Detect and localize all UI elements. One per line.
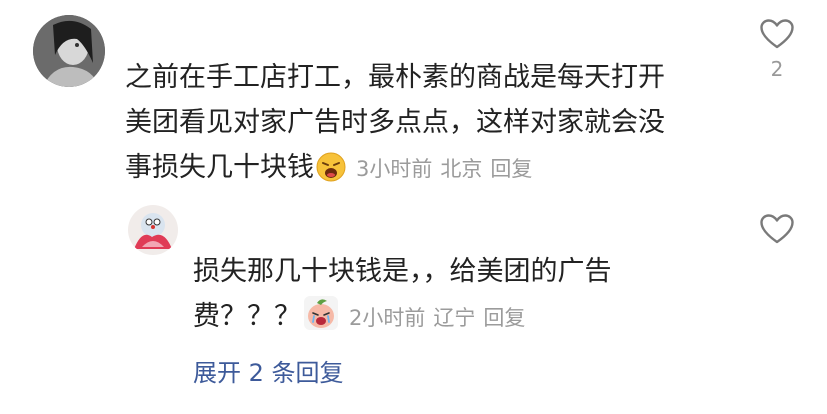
comment-last-line: 事损失几十块钱 3小时前 北京 回复 xyxy=(125,145,725,196)
reply-like-button[interactable] xyxy=(757,214,797,244)
like-count: 2 xyxy=(770,57,784,81)
reply-reply-button[interactable]: 回复 xyxy=(483,306,525,330)
comment-location: 北京 xyxy=(440,157,483,181)
reply-avatar[interactable] xyxy=(128,205,178,255)
reply-line: 费？？？ xyxy=(193,301,301,332)
comment-meta: 3小时前 北京 回复 xyxy=(356,157,540,181)
reply-meta: 2小时前 辽宁 回复 xyxy=(349,306,533,330)
comment-reply-button[interactable]: 回复 xyxy=(490,157,532,181)
comment-like-button[interactable]: 2 xyxy=(757,19,797,81)
reply-body: 损失那几十块钱是，，给美团的广告 费？？？ 2小时前 辽宁 回复 xyxy=(193,249,713,345)
comment-line: 美团看见对家广告时多点点，这样对家就会没 xyxy=(125,107,665,138)
comment-line: 之前在手工店打工，最朴素的商战是每天打开 xyxy=(125,62,665,93)
commenter-avatar[interactable] xyxy=(33,15,105,87)
reply-line: 损失那几十块钱是，，给美团的广告 xyxy=(193,256,612,287)
heart-icon xyxy=(760,214,794,244)
reply-time: 2小时前 xyxy=(349,306,426,330)
expand-replies-button[interactable]: 展开 2 条回复 xyxy=(193,353,344,388)
comment-line: 事损失几十块钱 xyxy=(125,152,314,183)
comment-time: 3小时前 xyxy=(356,157,433,181)
weary-face-icon xyxy=(316,151,346,196)
heart-icon xyxy=(760,19,794,49)
reply-location: 辽宁 xyxy=(433,306,476,330)
crying-peach-sticker-icon xyxy=(303,295,339,345)
reply-last-line: 费？？？ 2小时前 辽宁 回复 xyxy=(193,294,713,345)
comment-body: 之前在手工店打工，最朴素的商战是每天打开 美团看见对家广告时多点点，这样对家就会… xyxy=(125,55,725,196)
